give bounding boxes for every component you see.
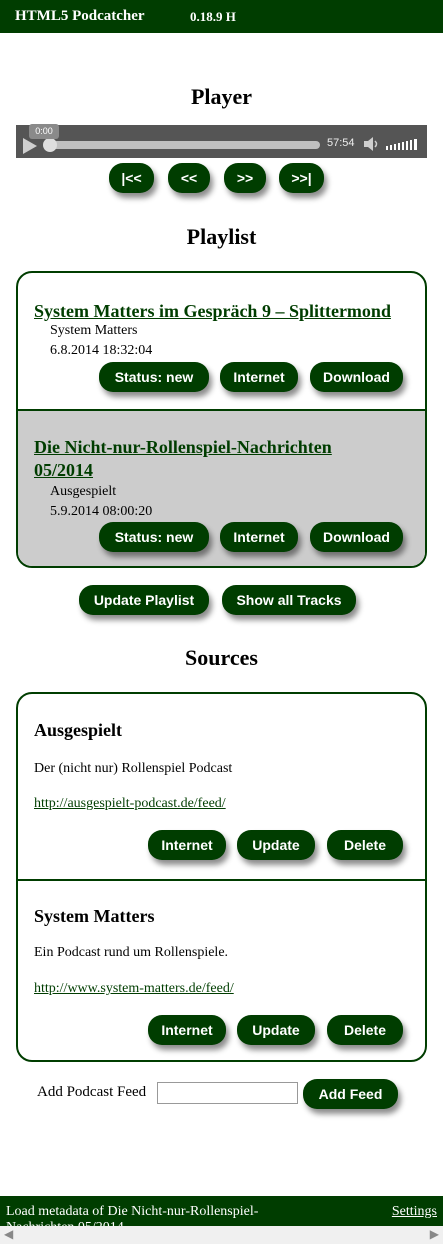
current-time: 0:00 — [29, 124, 59, 139]
skip-to-start-button[interactable]: |<< — [109, 163, 154, 193]
source-title: System Matters — [34, 906, 155, 926]
duration: 57:54 — [327, 137, 355, 149]
status-message: Load metadata of Die Nicht-nur-Rollenspi… — [6, 1204, 259, 1226]
app-name: HTML5 Podcatcher — [15, 8, 145, 24]
skip-to-end-button[interactable]: >>| — [279, 163, 324, 193]
app-version: 0.18.9 H — [190, 9, 236, 24]
add-feed-label: Add Podcast Feed — [37, 1084, 147, 1100]
status-button[interactable]: Status: new — [99, 362, 209, 392]
source-item: Ausgespielt Der (nicht nur) Rollenspiel … — [18, 694, 425, 879]
source-title: Ausgespielt — [34, 720, 123, 740]
top-bar: HTML5 Podcatcher 0.18.9 H — [0, 0, 443, 33]
episode-source: System Matters — [50, 323, 138, 338]
source-item: System Matters Ein Podcast rund um Rolle… — [18, 881, 425, 1060]
source-feed-link[interactable]: http://www.system-matters.de/feed/ — [34, 981, 234, 997]
play-icon[interactable] — [23, 138, 37, 154]
show-all-tracks-button[interactable]: Show all Tracks — [222, 585, 356, 615]
scroll-left-icon[interactable]: ◀ — [4, 1227, 13, 1241]
speaker-icon[interactable] — [363, 137, 381, 151]
internet-button[interactable]: Internet — [148, 1015, 226, 1045]
seek-bar[interactable] — [45, 141, 320, 149]
source-description: Der (nicht nur) Rollenspiel Podcast — [34, 761, 233, 776]
fast-forward-button[interactable]: >> — [224, 163, 266, 193]
status-bar: Load metadata of Die Nicht-nur-Rollenspi… — [0, 1196, 443, 1226]
rewind-button[interactable]: << — [168, 163, 210, 193]
update-source-button[interactable]: Update — [237, 830, 315, 860]
episode-title-link[interactable]: System Matters im Gespräch 9 – Splitterm… — [34, 300, 414, 323]
sources-heading: Sources — [185, 645, 258, 670]
audio-player[interactable]: 0:00 57:54 — [16, 124, 427, 158]
playlist-panel: System Matters im Gespräch 9 – Splitterm… — [16, 271, 427, 568]
add-feed-button[interactable]: Add Feed — [303, 1079, 398, 1109]
status-button[interactable]: Status: new — [99, 522, 209, 552]
internet-button[interactable]: Internet — [148, 830, 226, 860]
episode-title-link[interactable]: Die Nicht-nur-Rollenspiel-Nachrichten 05… — [34, 436, 364, 482]
player-heading: Player — [190, 84, 253, 109]
episode-date: 6.8.2014 18:32:04 — [50, 343, 153, 358]
internet-button[interactable]: Internet — [220, 362, 298, 392]
delete-source-button[interactable]: Delete — [327, 1015, 403, 1045]
source-description: Ein Podcast rund um Rollenspiele. — [34, 945, 229, 960]
settings-link[interactable]: Settings — [392, 1204, 437, 1220]
volume-slider-icon[interactable] — [386, 137, 420, 151]
scroll-right-icon[interactable]: ▶ — [430, 1227, 439, 1241]
playlist-entry: System Matters im Gespräch 9 – Splitterm… — [18, 273, 425, 410]
episode-source: Ausgespielt — [50, 484, 117, 499]
download-button[interactable]: Download — [310, 362, 403, 392]
playlist-entry-played: Die Nicht-nur-Rollenspiel-Nachrichten 05… — [18, 411, 425, 566]
delete-source-button[interactable]: Delete — [327, 830, 403, 860]
source-feed-link[interactable]: http://ausgespielt-podcast.de/feed/ — [34, 796, 226, 812]
horizontal-scrollbar[interactable]: ◀ ▶ — [0, 1226, 443, 1244]
sources-panel: Ausgespielt Der (nicht nur) Rollenspiel … — [16, 692, 427, 1062]
seek-knob[interactable] — [43, 138, 57, 152]
episode-date: 5.9.2014 08:00:20 — [50, 504, 153, 519]
playlist-heading: Playlist — [186, 224, 257, 249]
update-source-button[interactable]: Update — [237, 1015, 315, 1045]
update-playlist-button[interactable]: Update Playlist — [79, 585, 209, 615]
download-button[interactable]: Download — [310, 522, 403, 552]
feed-url-input[interactable] — [157, 1082, 298, 1104]
internet-button[interactable]: Internet — [220, 522, 298, 552]
